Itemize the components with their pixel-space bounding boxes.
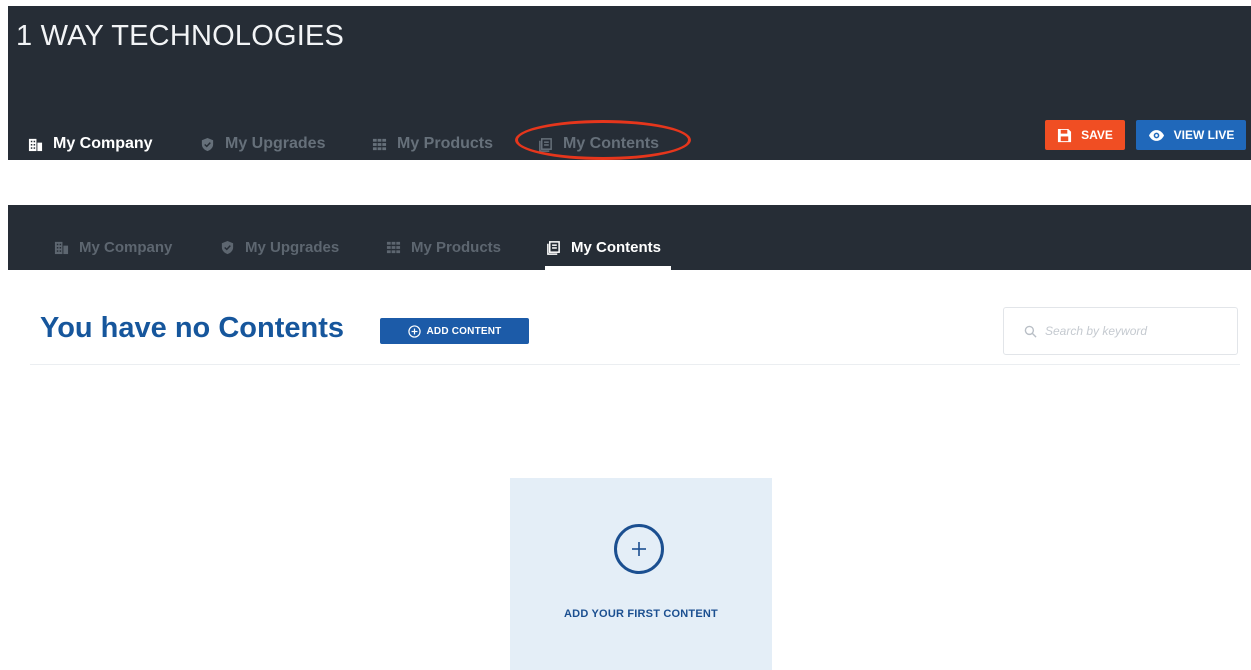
tab-my-company[interactable]: My Company <box>28 128 153 160</box>
shield-icon <box>200 137 215 152</box>
view-live-button[interactable]: VIEW LIVE <box>1136 120 1246 150</box>
add-first-content-card[interactable]: ADD YOUR FIRST CONTENT <box>510 478 772 670</box>
tab-label: My Contents <box>571 238 661 256</box>
save-button[interactable]: SAVE <box>1045 120 1125 150</box>
tab-my-company[interactable]: My Company <box>54 231 172 263</box>
top-header-panel: 1 WAY TECHNOLOGIES My Company My Upgrade… <box>8 6 1251 160</box>
save-label: SAVE <box>1081 128 1113 142</box>
tab-my-upgrades[interactable]: My Upgrades <box>200 128 325 160</box>
tab-my-products[interactable]: My Products <box>386 231 501 263</box>
add-content-button[interactable]: ADD CONTENT <box>380 318 529 344</box>
secondary-tab-bar: My Company My Upgrades My Products My Co… <box>8 205 1251 270</box>
highlight-annotation <box>515 120 691 160</box>
view-live-label: VIEW LIVE <box>1173 128 1235 142</box>
page-title: You have no Contents <box>40 312 344 344</box>
tab-label: My Products <box>411 238 502 256</box>
tab-label: My Products <box>397 135 494 152</box>
building-icon <box>54 240 69 255</box>
company-name: 1 WAY TECHNOLOGIES <box>16 20 345 52</box>
floppy-disk-icon <box>1058 128 1072 142</box>
tab-my-contents[interactable]: My Contents <box>546 231 661 263</box>
grid-icon <box>372 137 387 152</box>
tab-label: My Company <box>79 238 173 256</box>
search-input[interactable] <box>1045 324 1225 338</box>
search-box[interactable] <box>1003 307 1238 355</box>
plus-circle-icon <box>407 324 421 338</box>
add-content-label: ADD CONTENT <box>426 325 502 337</box>
tab-label: My Upgrades <box>245 238 340 256</box>
empty-state-label: ADD YOUR FIRST CONTENT <box>564 608 718 620</box>
active-tab-indicator <box>545 266 671 270</box>
building-icon <box>28 137 43 152</box>
tab-my-upgrades[interactable]: My Upgrades <box>220 231 339 263</box>
plus-icon <box>614 524 664 574</box>
tab-label: My Upgrades <box>225 135 326 152</box>
shield-icon <box>220 240 235 255</box>
tab-label: My Company <box>53 135 153 152</box>
tab-my-products[interactable]: My Products <box>372 128 493 160</box>
grid-icon <box>386 240 401 255</box>
header-divider <box>30 364 1240 365</box>
search-icon <box>1024 325 1037 338</box>
contents-icon <box>546 240 561 255</box>
eye-icon <box>1148 129 1164 141</box>
